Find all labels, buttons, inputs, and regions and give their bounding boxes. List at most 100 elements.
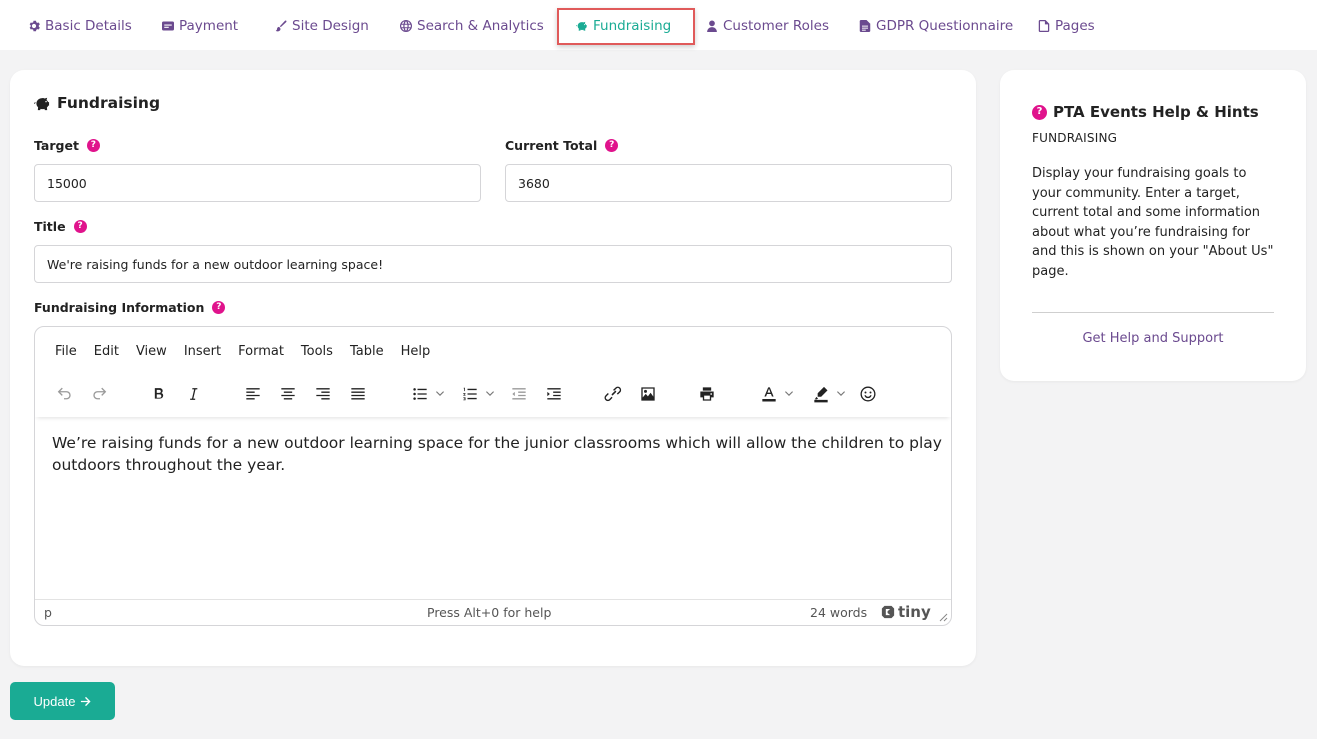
tiny-brand-text: tiny	[898, 603, 931, 621]
menu-format[interactable]: Format	[238, 344, 284, 359]
help-hints-card: ? PTA Events Help & Hints FUNDRAISING Di…	[1000, 70, 1306, 381]
image-icon	[641, 387, 655, 401]
indent-button[interactable]	[542, 380, 566, 408]
align-justify-button[interactable]	[346, 380, 370, 408]
tiny-icon	[881, 605, 895, 619]
resize-handle-icon[interactable]	[938, 612, 948, 622]
update-button[interactable]: Update	[10, 682, 115, 720]
update-button-label: Update	[33, 693, 76, 709]
title-label: Title ?	[34, 219, 87, 234]
redo-button[interactable]	[88, 380, 112, 408]
text-color-icon	[761, 387, 776, 402]
link-icon	[604, 386, 622, 402]
current-total-label-text: Current Total	[505, 138, 598, 153]
brush-icon	[275, 20, 287, 32]
chevron-down-icon	[485, 391, 494, 396]
title-label-text: Title	[34, 219, 66, 234]
tab-fundraising[interactable]: Fundraising	[576, 17, 671, 35]
target-value: 15000	[47, 175, 87, 191]
undo-icon	[57, 387, 71, 400]
title-value: We're raising funds for a new outdoor le…	[47, 256, 384, 272]
bold-button[interactable]	[147, 380, 171, 408]
text-color-button[interactable]	[754, 380, 798, 408]
fundraising-info-label: Fundraising Information ?	[34, 300, 226, 315]
chevron-down-icon	[784, 391, 793, 396]
align-left-button[interactable]	[241, 380, 265, 408]
help-title-text: PTA Events Help & Hints	[1053, 103, 1259, 121]
outdent-button[interactable]	[507, 380, 531, 408]
tab-label: Pages	[1055, 18, 1095, 34]
tab-label: GDPR Questionnaire	[876, 18, 1014, 34]
help-icon[interactable]: ?	[605, 139, 619, 152]
outdent-icon	[512, 388, 526, 400]
help-icon[interactable]: ?	[212, 301, 226, 314]
word-count[interactable]: 24 words	[810, 605, 867, 620]
redo-icon	[93, 387, 107, 400]
tiny-logo[interactable]: tiny	[881, 603, 931, 621]
target-input[interactable]: 15000	[34, 164, 481, 202]
target-label: Target ?	[34, 138, 100, 153]
stripe-icon	[162, 21, 174, 31]
numbered-list-button[interactable]	[455, 380, 499, 408]
tab-pages[interactable]: Pages	[1038, 17, 1095, 35]
align-left-icon	[246, 388, 260, 400]
file-text-icon	[859, 20, 871, 32]
element-path[interactable]: p	[44, 605, 52, 620]
indent-icon	[547, 388, 561, 400]
current-total-value: 3680	[518, 175, 550, 191]
tab-label: Fundraising	[593, 18, 672, 34]
help-icon[interactable]: ?	[86, 139, 100, 152]
print-icon	[700, 387, 714, 401]
question-icon: ?	[1032, 104, 1047, 120]
menu-file[interactable]: File	[55, 344, 77, 359]
editor-menubar: File Edit View Insert Format Tools Table…	[55, 344, 447, 359]
menu-edit[interactable]: Edit	[94, 344, 119, 359]
current-total-input[interactable]: 3680	[505, 164, 952, 202]
italic-icon	[190, 388, 198, 400]
fundraising-card: Fundraising Target ? 15000 Current Total…	[10, 70, 976, 666]
tab-label: Payment	[179, 18, 239, 34]
help-title: ? PTA Events Help & Hints	[1032, 103, 1259, 121]
tab-basic-details[interactable]: Basic Details	[28, 17, 132, 35]
align-right-icon	[316, 388, 330, 400]
bullet-list-button[interactable]	[405, 380, 449, 408]
title-input[interactable]: We're raising funds for a new outdoor le…	[34, 245, 952, 283]
gear-icon	[29, 20, 40, 32]
file-icon	[1038, 20, 1050, 32]
undo-button[interactable]	[52, 380, 76, 408]
menu-help[interactable]: Help	[401, 344, 431, 359]
menu-tools[interactable]: Tools	[301, 344, 333, 359]
fundraising-info-label-text: Fundraising Information	[34, 300, 205, 315]
menu-insert[interactable]: Insert	[184, 344, 221, 359]
print-button[interactable]	[695, 380, 719, 408]
tab-gdpr-questionnaire[interactable]: GDPR Questionnaire	[859, 17, 1013, 35]
globe-icon	[400, 20, 412, 32]
menu-table[interactable]: Table	[350, 344, 384, 359]
accessibility-help-hint: Press Alt+0 for help	[427, 605, 552, 620]
help-icon[interactable]: ?	[73, 220, 87, 233]
piggy-bank-icon	[576, 21, 587, 31]
emoji-button[interactable]	[856, 380, 880, 408]
italic-button[interactable]	[182, 380, 206, 408]
tab-customer-roles[interactable]: Customer Roles	[706, 17, 829, 35]
get-help-link[interactable]: Get Help and Support	[1000, 331, 1306, 346]
chevron-down-icon	[435, 391, 444, 396]
highlight-color-button[interactable]	[806, 380, 850, 408]
card-title: Fundraising	[34, 94, 160, 112]
target-label-text: Target	[34, 138, 79, 153]
align-right-button[interactable]	[311, 380, 335, 408]
align-center-button[interactable]	[276, 380, 300, 408]
editor-content[interactable]: We’re raising funds for a new outdoor le…	[52, 432, 942, 476]
tab-search-analytics[interactable]: Search & Analytics	[400, 17, 544, 35]
tab-payment[interactable]: Payment	[162, 17, 238, 35]
insert-link-button[interactable]	[601, 380, 625, 408]
tab-label: Search & Analytics	[417, 18, 544, 34]
menu-view[interactable]: View	[136, 344, 167, 359]
card-title-text: Fundraising	[57, 94, 161, 112]
piggy-bank-icon	[34, 97, 50, 110]
current-total-label: Current Total ?	[505, 138, 619, 153]
help-subtitle: FUNDRAISING	[1032, 131, 1118, 145]
insert-image-button[interactable]	[636, 380, 660, 408]
tab-site-design[interactable]: Site Design	[275, 17, 369, 35]
user-icon	[707, 20, 717, 32]
